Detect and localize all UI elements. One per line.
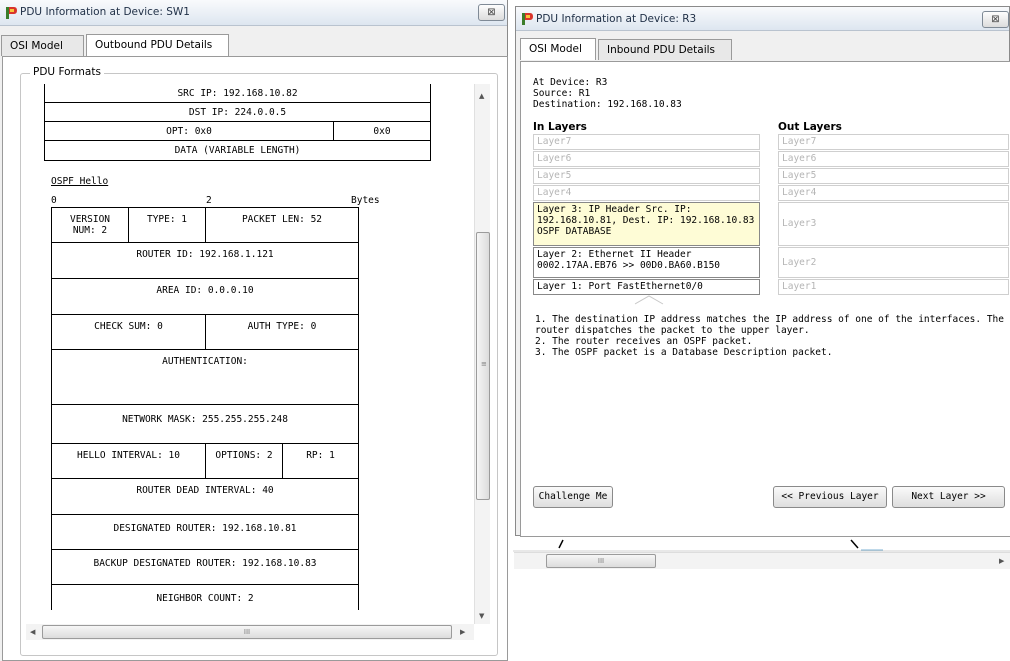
in-layer-1[interactable]: Layer 1: Port FastEthernet0/0 — [533, 279, 760, 295]
ospf-router-dead-interval-field: ROUTER DEAD INTERVAL: 40 — [51, 478, 359, 515]
out-layer-5[interactable]: Layer5 — [778, 168, 1009, 184]
vertical-scroll-thumb[interactable]: ≡ — [476, 232, 490, 500]
pdu-scroll-area[interactable]: SRC IP: 192.168.10.82 DST IP: 224.0.0.5 … — [26, 84, 474, 610]
grip-icon: III — [243, 628, 251, 636]
bytes-label: Bytes — [351, 195, 380, 206]
in-layer-6[interactable]: Layer6 — [533, 151, 760, 167]
title-bar[interactable]: PDU Information at Device: R3 ⊠ — [516, 7, 1009, 31]
ospf-hello-interval-field: HELLO INTERVAL: 10 — [51, 443, 206, 479]
ospf-router-id-field: ROUTER ID: 192.168.1.121 — [51, 242, 359, 279]
pdu-window-r3: PDU Information at Device: R3 ⊠ OSI Mode… — [515, 6, 1010, 537]
background-scroll-thumb[interactable]: III — [546, 554, 656, 568]
ip-src-field: SRC IP: 192.168.10.82 — [44, 84, 431, 103]
ospf-neighbor-count-field: NEIGHBOR COUNT: 2 — [51, 584, 359, 610]
tab-bar: OSI Model Outbound PDU Details — [0, 34, 508, 56]
in-layer-7[interactable]: Layer7 — [533, 134, 760, 150]
ip-opt-field: OPT: 0x0 — [44, 121, 334, 141]
tab-outbound-pdu-details[interactable]: Outbound PDU Details — [86, 34, 229, 56]
tab-bar: OSI Model Inbound PDU Details — [520, 38, 1006, 60]
out-layer-3[interactable]: Layer3 — [778, 202, 1009, 246]
out-layer-6[interactable]: Layer6 — [778, 151, 1009, 167]
osi-model-panel: At Device: R3 Source: R1 Destination: 19… — [520, 61, 1010, 537]
ospf-version-field: VERSION NUM: 2 — [51, 207, 129, 243]
pdu-window-sw1: PDU Information at Device: SW1 ⊠ OSI Mod… — [0, 0, 508, 661]
horizontal-scroll-thumb[interactable]: III — [42, 625, 452, 639]
explanation-line-3: 3. The OSPF packet is a Database Descrip… — [535, 347, 833, 358]
ospf-packet-len-field: PACKET LEN: 52 — [205, 207, 359, 243]
ospf-authentication-field: AUTHENTICATION: — [51, 349, 359, 405]
ip-data-field: DATA (VARIABLE LENGTH) — [44, 140, 431, 161]
out-layer-1[interactable]: Layer1 — [778, 279, 1009, 295]
packet-tracer-icon — [522, 13, 533, 25]
close-icon: ⊠ — [991, 14, 1000, 25]
out-layer-2[interactable]: Layer2 — [778, 247, 1009, 278]
window-title: PDU Information at Device: R3 — [536, 13, 697, 25]
tab-inbound-pdu-details[interactable]: Inbound PDU Details — [598, 39, 732, 60]
grip-icon: III — [597, 557, 605, 565]
out-layer-7[interactable]: Layer7 — [778, 134, 1009, 150]
ospf-designated-router-field: DESIGNATED ROUTER: 192.168.10.81 — [51, 514, 359, 550]
packet-tracer-icon — [6, 7, 17, 19]
out-layer-4[interactable]: Layer4 — [778, 185, 1009, 201]
scroll-left-arrow-icon[interactable]: ◀ — [30, 628, 35, 636]
byte-offset-0: 0 — [51, 195, 57, 206]
in-layer-4[interactable]: Layer4 — [533, 185, 760, 201]
pdu-formats-label: PDU Formats — [30, 66, 104, 78]
ospf-rp-field: RP: 1 — [282, 443, 359, 479]
grip-icon: ≡ — [481, 360, 487, 368]
close-icon: ⊠ — [487, 7, 496, 18]
horizontal-scrollbar[interactable]: ◀ III ▶ — [26, 624, 474, 640]
in-layer-2[interactable]: Layer 2: Ethernet II Header 0002.17AA.EB… — [533, 247, 760, 278]
ospf-area-id-field: AREA ID: 0.0.0.10 — [51, 278, 359, 315]
vertical-scrollbar[interactable]: ▲ ≡ ▼ — [474, 84, 490, 624]
byte-offset-2: 2 — [206, 195, 212, 206]
previous-layer-button[interactable]: << Previous Layer — [773, 486, 887, 508]
destination-text: Destination: 192.168.10.83 — [533, 99, 682, 110]
source-text: Source: R1 — [533, 88, 591, 99]
challenge-me-button[interactable]: Challenge Me — [533, 486, 613, 508]
scroll-right-arrow-icon[interactable]: ▶ — [999, 557, 1004, 565]
ospf-options-field: OPTIONS: 2 — [205, 443, 283, 479]
explanation-text: 1. The destination IP address matches th… — [535, 314, 1005, 358]
close-button[interactable]: ⊠ — [478, 4, 505, 21]
background-horizontal-scrollbar[interactable]: III ▶ — [514, 552, 1010, 569]
ospf-auth-type-field: AUTH TYPE: 0 — [205, 314, 359, 350]
ip-dst-field: DST IP: 224.0.0.5 — [44, 102, 431, 122]
ospf-checksum-field: CHECK SUM: 0 — [51, 314, 206, 350]
ospf-type-field: TYPE: 1 — [128, 207, 206, 243]
title-bar[interactable]: PDU Information at Device: SW1 ⊠ — [0, 0, 507, 26]
layer-pointer-arrow-icon — [634, 295, 664, 305]
in-layers-heading: In Layers — [533, 121, 587, 133]
ospf-hello-title: OSPF Hello — [51, 176, 109, 187]
tab-osi-model[interactable]: OSI Model — [520, 38, 596, 60]
close-button[interactable]: ⊠ — [982, 11, 1009, 28]
at-device-text: At Device: R3 — [533, 77, 608, 88]
ospf-backup-designated-router-field: BACKUP DESIGNATED ROUTER: 192.168.10.83 — [51, 549, 359, 585]
scroll-up-arrow-icon[interactable]: ▲ — [479, 92, 484, 100]
explanation-line-1: 1. The destination IP address matches th… — [535, 314, 1004, 336]
scroll-right-arrow-icon[interactable]: ▶ — [460, 628, 465, 636]
in-layer-3[interactable]: Layer 3: IP Header Src. IP: 192.168.10.8… — [533, 202, 760, 246]
scroll-down-arrow-icon[interactable]: ▼ — [479, 612, 484, 620]
ip-opt-padding: 0x0 — [333, 121, 431, 141]
ospf-network-mask-field: NETWORK MASK: 255.255.255.248 — [51, 404, 359, 444]
in-layer-5[interactable]: Layer5 — [533, 168, 760, 184]
window-title: PDU Information at Device: SW1 — [20, 6, 190, 18]
tab-osi-model[interactable]: OSI Model — [1, 35, 84, 56]
next-layer-button[interactable]: Next Layer >> — [892, 486, 1005, 508]
explanation-line-2: 2. The router receives an OSPF packet. — [535, 336, 753, 347]
out-layers-heading: Out Layers — [778, 121, 842, 133]
